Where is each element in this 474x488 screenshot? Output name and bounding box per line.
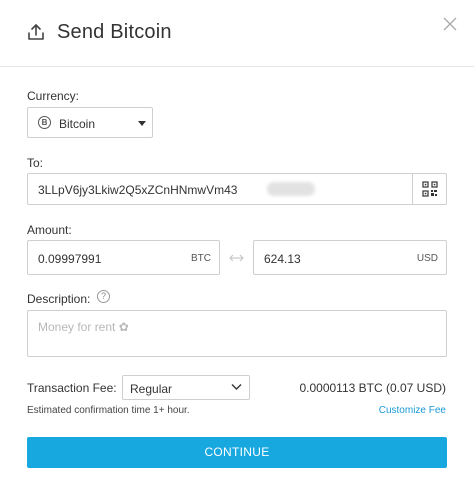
- usd-amount-value: 624.13: [264, 252, 301, 266]
- usd-amount-input[interactable]: 624.13 USD: [253, 240, 447, 275]
- fee-label: Transaction Fee:: [27, 381, 117, 395]
- continue-button[interactable]: CONTINUE: [27, 437, 447, 468]
- currency-label: Currency:: [27, 89, 80, 103]
- chevron-down-icon: [231, 384, 242, 390]
- to-label: To:: [27, 156, 44, 170]
- help-icon[interactable]: ?: [97, 290, 110, 303]
- customize-fee-link[interactable]: Customize Fee: [379, 405, 446, 416]
- qr-code-icon: [422, 181, 438, 197]
- fee-dropdown[interactable]: Regular: [122, 375, 250, 400]
- currency-selected: Bitcoin: [59, 117, 96, 131]
- btc-amount-input[interactable]: 0.09997991 BTC: [27, 240, 220, 275]
- fee-selected: Regular: [130, 382, 173, 396]
- upload-icon: [28, 24, 44, 40]
- fee-amount: 0.0000113 BTC (0.07 USD): [299, 381, 446, 395]
- close-icon[interactable]: [442, 16, 458, 32]
- modal-header: Send Bitcoin: [0, 0, 474, 67]
- modal-title: Send Bitcoin: [57, 21, 172, 43]
- description-label: Description:: [27, 292, 91, 306]
- bitcoin-icon: B: [38, 116, 51, 129]
- swap-arrows-icon: [229, 254, 244, 262]
- qr-scan-button[interactable]: [412, 174, 446, 204]
- caret-down-icon: [138, 121, 146, 126]
- amount-label: Amount:: [27, 223, 72, 237]
- description-input[interactable]: Money for rent ✿: [27, 310, 447, 357]
- description-placeholder: Money for rent ✿: [38, 320, 129, 334]
- currency-dropdown[interactable]: B Bitcoin: [27, 107, 153, 138]
- btc-amount-value: 0.09997991: [38, 252, 102, 266]
- redacted-blur: [267, 182, 315, 196]
- confirmation-estimate: Estimated confirmation time 1+ hour.: [27, 405, 190, 416]
- usd-unit: USD: [416, 253, 438, 264]
- btc-unit: BTC: [191, 253, 211, 264]
- address-value: 3LLpV6jy3Lkiw2Q5xZCnHNmwVm43: [38, 183, 238, 197]
- address-input[interactable]: 3LLpV6jy3Lkiw2Q5xZCnHNmwVm43: [27, 173, 447, 205]
